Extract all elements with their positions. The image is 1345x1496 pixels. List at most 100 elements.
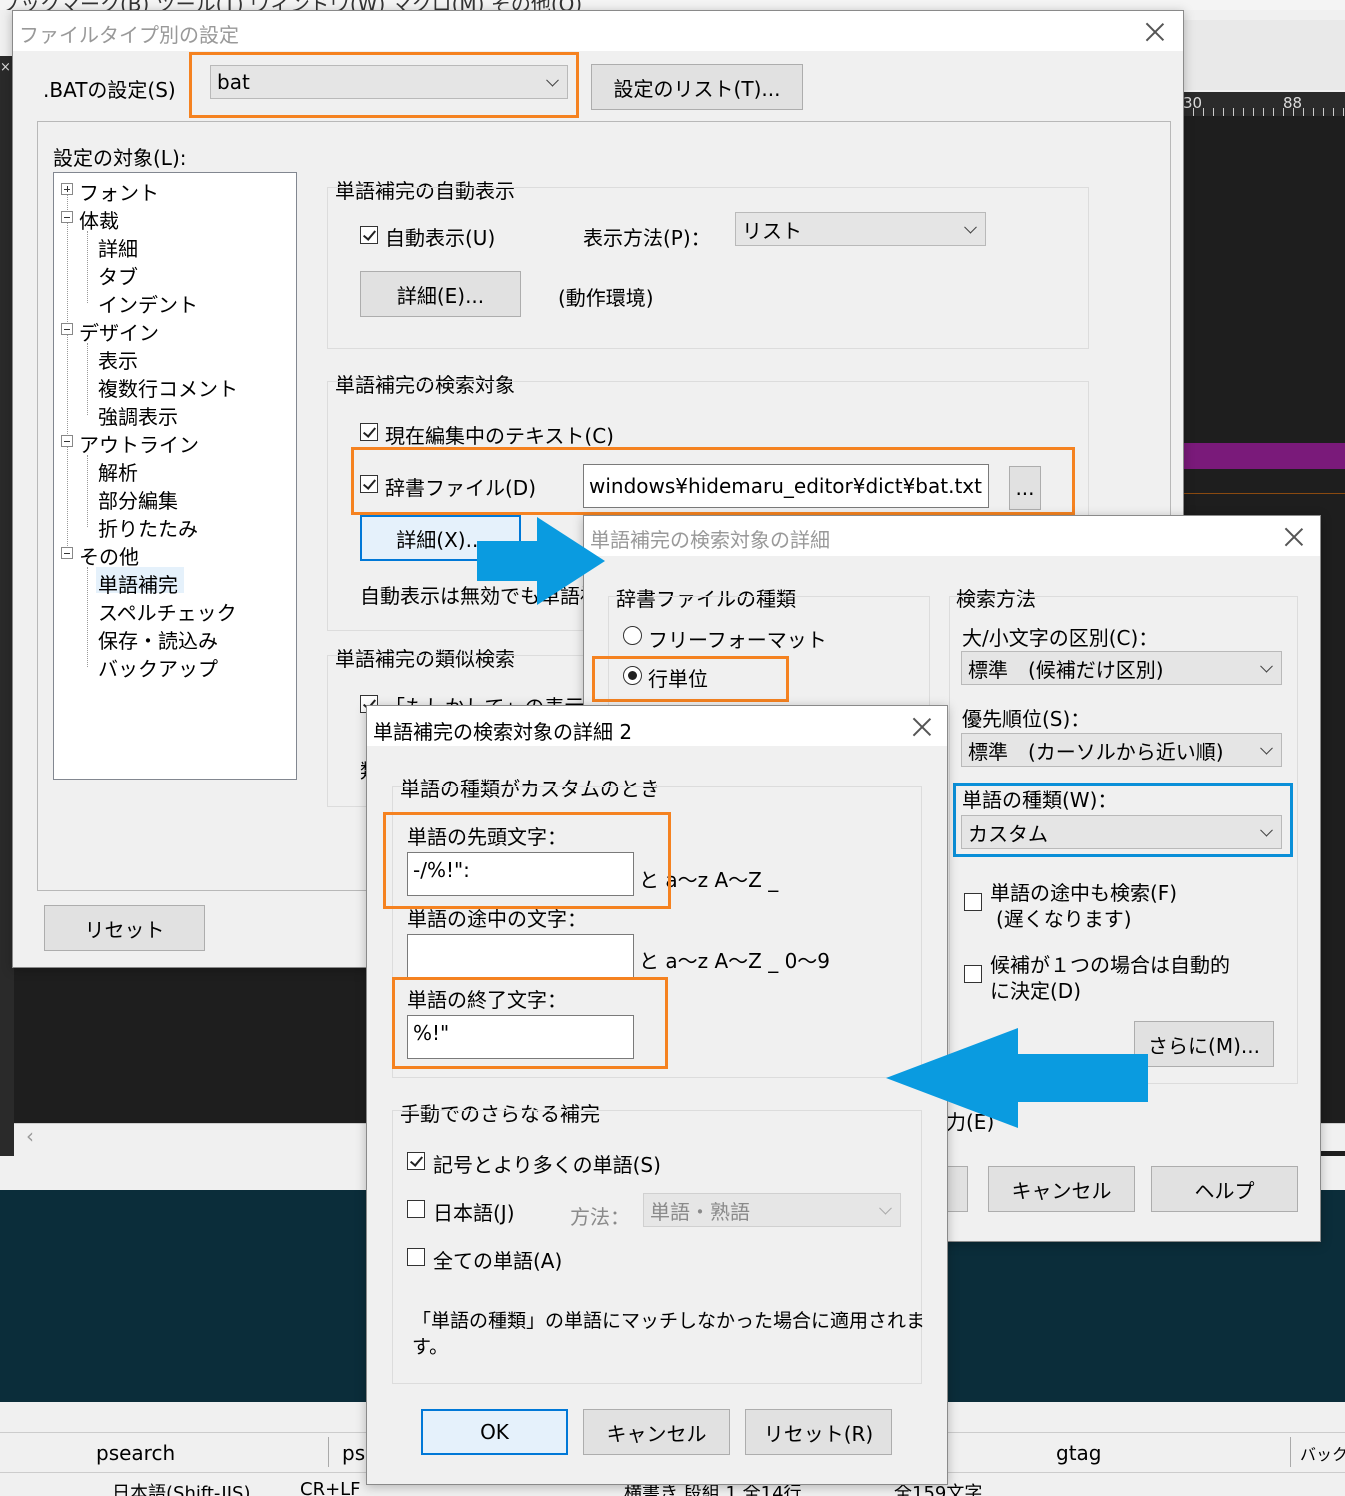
scroll-left-icon[interactable]: ‹ bbox=[26, 1124, 34, 1148]
free-format-label[interactable]: フリーフォーマット bbox=[648, 624, 827, 653]
end-char-input[interactable]: %!" bbox=[407, 1015, 634, 1059]
head-char-input[interactable]: -/%!": bbox=[407, 852, 634, 896]
dict-file-label[interactable]: 辞書ファイル(D) bbox=[385, 472, 536, 501]
mid-char-input[interactable] bbox=[407, 934, 634, 978]
close-icon[interactable] bbox=[1284, 527, 1304, 547]
current-text-label[interactable]: 現在編集中のテキスト(C) bbox=[385, 420, 614, 449]
case-value: 標準 (候補だけ区別) bbox=[968, 657, 1164, 682]
method-label: 方法： bbox=[570, 1205, 630, 1229]
tree-item-multiline-comment[interactable]: 複数行コメント bbox=[98, 373, 238, 402]
all-words-checkbox[interactable] bbox=[407, 1248, 425, 1266]
tree-item-emphasis[interactable]: 強調表示 bbox=[98, 401, 178, 430]
line-unit-label[interactable]: 行単位 bbox=[648, 663, 708, 692]
expand-icon[interactable] bbox=[61, 183, 73, 195]
tree-item-folding[interactable]: 折りたたみ bbox=[98, 513, 198, 542]
auto-decide-label-1[interactable]: 候補が１つの場合は自動的 bbox=[990, 949, 1230, 978]
chevron-down-icon bbox=[964, 220, 977, 234]
display-method-label: 表示方法(P)： bbox=[583, 226, 711, 250]
tree-item-backup[interactable]: バックアップ bbox=[98, 653, 218, 682]
collapse-icon[interactable] bbox=[61, 547, 73, 559]
japanese-checkbox[interactable] bbox=[407, 1200, 425, 1218]
word-type-select[interactable]: カスタム bbox=[961, 815, 1282, 849]
ok-button[interactable]: OK bbox=[421, 1409, 568, 1455]
dict-path-input[interactable]: windows¥hidemaru_editor¥dict¥bat.txt bbox=[583, 464, 989, 508]
head-char-suffix: と a～z A～Z _ bbox=[639, 868, 779, 892]
detail-cancel-button[interactable]: キャンセル bbox=[988, 1166, 1135, 1212]
tab-divider bbox=[328, 1437, 329, 1467]
settings-select[interactable]: bat bbox=[210, 65, 568, 99]
settings-list-button[interactable]: 設定のリスト(T)... bbox=[591, 64, 803, 110]
tree-item-detail[interactable]: 詳細 bbox=[98, 233, 138, 262]
method-select[interactable]: 単語・熟語 bbox=[643, 1193, 901, 1227]
tree-item-save-load[interactable]: 保存・読込み bbox=[98, 625, 218, 654]
dialog-title: ファイルタイプ別の設定 bbox=[19, 23, 239, 47]
tree-item-other[interactable]: その他 bbox=[79, 541, 139, 570]
word-type-label: 単語の種類(W)： bbox=[962, 788, 1118, 812]
menubar-text: ブックマーク(B) ツール(T) ウィンドウ(W) マクロ(M) その他(O) bbox=[0, 0, 582, 10]
collapse-icon[interactable] bbox=[61, 323, 73, 335]
mid-search-note: (遅くなります) bbox=[996, 907, 1132, 931]
orange-line bbox=[1183, 493, 1345, 494]
ruler: 30 88 bbox=[1183, 92, 1345, 116]
line-unit-radio[interactable] bbox=[623, 666, 642, 685]
all-words-label[interactable]: 全ての単語(A) bbox=[433, 1245, 562, 1274]
display-method-select[interactable]: リスト bbox=[735, 212, 986, 246]
auto-decide-checkbox[interactable] bbox=[964, 965, 982, 983]
tree-item-layout[interactable]: 体裁 bbox=[79, 205, 119, 234]
close-icon[interactable]: × bbox=[0, 60, 11, 75]
free-format-radio[interactable] bbox=[623, 626, 642, 645]
arrow-right-icon bbox=[477, 517, 605, 605]
auto-display-label[interactable]: 自動表示(U) bbox=[385, 222, 495, 251]
tab-back[interactable]: バック bbox=[1300, 1441, 1345, 1465]
reset-button[interactable]: リセット bbox=[44, 905, 205, 951]
close-icon[interactable] bbox=[912, 717, 932, 737]
dialog-titlebar: ファイルタイプ別の設定 bbox=[13, 11, 1183, 51]
reset-r-button[interactable]: リセット(R) bbox=[745, 1409, 892, 1455]
dialog-titlebar: 単語補完の検索対象の詳細 bbox=[584, 516, 1320, 556]
dict-file-checkbox[interactable] bbox=[360, 475, 378, 493]
tree-item-partial-edit[interactable]: 部分編集 bbox=[98, 485, 178, 514]
mid-search-checkbox[interactable] bbox=[964, 893, 982, 911]
head-char-label: 単語の先頭文字： bbox=[407, 825, 567, 849]
settings-tree[interactable]: フォント 体裁 詳細 タブ インデント デザイン 表示 複数行コメント 強調表示… bbox=[53, 172, 297, 780]
symbols-label[interactable]: 記号とより多くの単語(S) bbox=[433, 1149, 661, 1178]
status-newline: CR+LF bbox=[300, 1479, 361, 1496]
auto-display-checkbox[interactable] bbox=[360, 226, 378, 244]
priority-select[interactable]: 標準 (カーソルから近い順) bbox=[961, 733, 1282, 767]
mid-search-label[interactable]: 単語の途中も検索(F) bbox=[990, 877, 1177, 906]
current-text-checkbox[interactable] bbox=[360, 423, 378, 441]
more-button[interactable]: さらに(M)... bbox=[1134, 1021, 1274, 1067]
tree-item-word-completion[interactable]: 単語補完 bbox=[98, 569, 178, 598]
tree-item-font[interactable]: フォント bbox=[79, 177, 159, 206]
auto-display-detail-button[interactable]: 詳細(E)... bbox=[360, 271, 521, 317]
tree-item-outline[interactable]: アウトライン bbox=[79, 429, 199, 458]
detail-help-button[interactable]: ヘルプ bbox=[1151, 1166, 1298, 1212]
symbols-checkbox[interactable] bbox=[407, 1152, 425, 1170]
collapse-icon[interactable] bbox=[61, 211, 73, 223]
tab-psearch[interactable]: psearch bbox=[96, 1441, 175, 1465]
search-target-detail2-dialog: 単語補完の検索対象の詳細 2 単語の種類がカスタムのとき 単語の先頭文字： -/… bbox=[366, 705, 948, 1485]
tree-item-display[interactable]: 表示 bbox=[98, 345, 138, 374]
case-select[interactable]: 標準 (候補だけ区別) bbox=[961, 651, 1282, 685]
close-icon[interactable] bbox=[1145, 22, 1165, 42]
cancel-button[interactable]: キャンセル bbox=[583, 1409, 730, 1455]
chevron-down-icon bbox=[546, 73, 559, 87]
menubar: ブックマーク(B) ツール(T) ウィンドウ(W) マクロ(M) その他(O) bbox=[0, 0, 1345, 10]
mid-char-label: 単語の途中の文字： bbox=[407, 907, 587, 931]
dict-path-value: windows¥hidemaru_editor¥dict¥bat.txt bbox=[589, 474, 982, 498]
tab-gtag[interactable]: gtag bbox=[1056, 1441, 1102, 1465]
japanese-label[interactable]: 日本語(J) bbox=[433, 1197, 515, 1226]
tree-item-spellcheck[interactable]: スペルチェック bbox=[98, 597, 237, 626]
word-type-value: カスタム bbox=[968, 821, 1048, 846]
purple-highlight-bar bbox=[1183, 443, 1345, 469]
collapse-icon[interactable] bbox=[61, 435, 73, 447]
tree-item-analyze[interactable]: 解析 bbox=[98, 457, 138, 486]
case-label: 大/小文字の区別(C)： bbox=[962, 626, 1159, 650]
tree-guide bbox=[87, 567, 88, 667]
tree-item-indent[interactable]: インデント bbox=[98, 289, 198, 318]
tree-item-design[interactable]: デザイン bbox=[79, 317, 159, 346]
auto-decide-label-2[interactable]: に決定(D) bbox=[990, 975, 1081, 1004]
chevron-down-icon bbox=[1260, 659, 1273, 673]
tree-item-tab[interactable]: タブ bbox=[98, 261, 138, 290]
browse-button[interactable]: ... bbox=[1009, 466, 1041, 510]
